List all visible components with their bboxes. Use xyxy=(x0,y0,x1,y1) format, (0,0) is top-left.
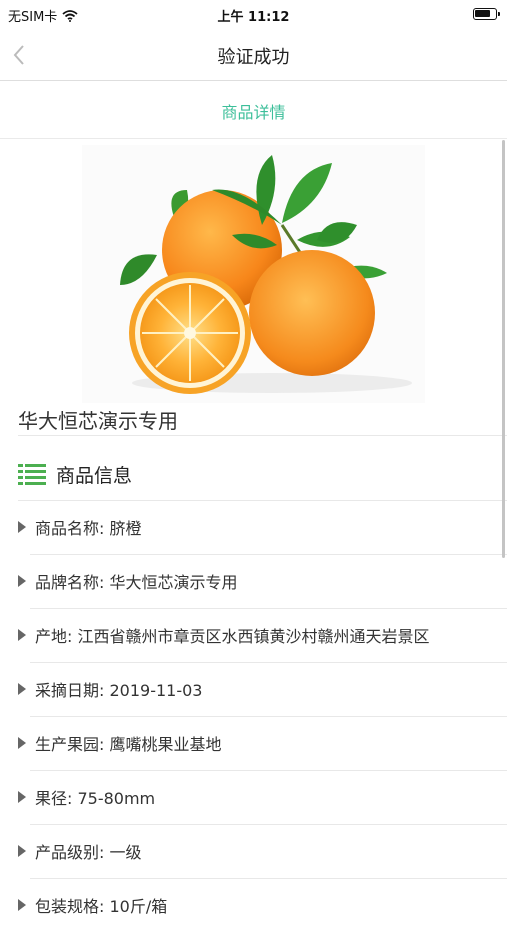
info-row: 果径: 75-80mm xyxy=(18,770,507,824)
tab-bar: 商品详情 xyxy=(0,81,507,139)
info-text: 包装规格: 10斤/箱 xyxy=(35,897,168,916)
list-icon xyxy=(18,464,46,485)
info-text: 果径: 75-80mm xyxy=(35,789,156,808)
triangle-right-icon xyxy=(18,683,26,695)
status-time: 上午 11:12 xyxy=(217,10,290,25)
triangle-right-icon xyxy=(18,791,26,803)
scrollbar[interactable] xyxy=(502,140,505,558)
orange-illustration xyxy=(120,155,412,394)
info-row: 产品级别: 一级 xyxy=(18,824,507,878)
triangle-right-icon xyxy=(18,575,26,587)
info-row: 品牌名称: 华大恒芯演示专用 xyxy=(18,554,507,608)
product-image xyxy=(82,145,425,403)
section-header: 商品信息 xyxy=(18,458,132,490)
tab-product-details[interactable]: 商品详情 xyxy=(0,99,507,123)
battery-icon xyxy=(473,8,500,20)
triangle-right-icon xyxy=(18,899,26,911)
info-text: 产品级别: 一级 xyxy=(35,843,142,862)
info-text: 采摘日期: 2019-11-03 xyxy=(35,681,203,700)
section-title: 商品信息 xyxy=(56,464,133,487)
info-row: 商品名称: 脐橙 xyxy=(18,500,507,554)
triangle-right-icon xyxy=(18,629,26,641)
page-title: 验证成功 xyxy=(217,47,290,68)
info-row: 包装规格: 10斤/箱 xyxy=(18,878,507,932)
divider xyxy=(18,435,507,436)
product-name: 华大恒芯演示专用 xyxy=(18,409,178,433)
nav-bar: 验证成功 xyxy=(0,30,507,81)
info-text: 商品名称: 脐橙 xyxy=(35,519,142,538)
status-bar: 无SIM卡 上午 11:12 xyxy=(0,0,507,30)
info-row: 产地: 江西省赣州市章贡区水西镇黄沙村赣州通天岩景区 xyxy=(18,608,507,662)
info-row: 采摘日期: 2019-11-03 xyxy=(18,662,507,716)
info-row: 生产果园: 鹰嘴桃果业基地 xyxy=(18,716,507,770)
triangle-right-icon xyxy=(18,845,26,857)
info-text: 品牌名称: 华大恒芯演示专用 xyxy=(35,573,238,592)
triangle-right-icon xyxy=(18,521,26,533)
info-text: 产地: 江西省赣州市章贡区水西镇黄沙村赣州通天岩景区 xyxy=(35,627,430,646)
triangle-right-icon xyxy=(18,737,26,749)
info-text: 生产果园: 鹰嘴桃果业基地 xyxy=(35,735,222,754)
